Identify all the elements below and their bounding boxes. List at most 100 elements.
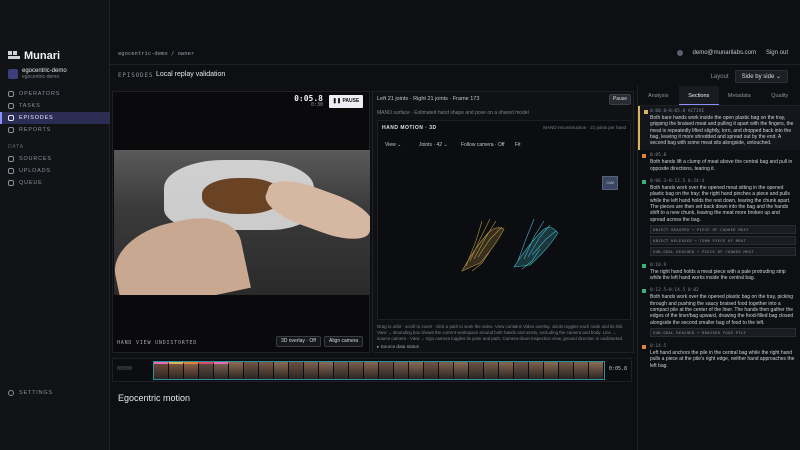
sidebar-item-uploads[interactable]: UPLOADS — [0, 165, 110, 177]
timeline-frame[interactable] — [334, 362, 349, 379]
timeline-frame[interactable] — [319, 362, 334, 379]
timeline-frame[interactable] — [424, 362, 439, 379]
mano-surface-note: MANO surface · Estimated hand shape and … — [377, 110, 529, 116]
timeline-frame[interactable] — [484, 362, 499, 379]
timeline-frame[interactable] — [154, 362, 169, 379]
sidebar-item-label: UPLOADS — [19, 168, 51, 174]
details-tabs: Analysis Sections Metadata Quality — [638, 86, 800, 106]
sections-list: 0:00.0–0:05.8 ACTIVE Both bare hands work… — [638, 106, 800, 373]
sidebar-item-reports[interactable]: REPORTS — [0, 124, 110, 136]
section-item[interactable]: 0:10.9 The right hand holds a meat piece … — [638, 260, 800, 286]
munari-logo-icon — [8, 51, 20, 61]
joint-summary: Left 21 joints · Right 21 joints · Frame… — [377, 96, 480, 102]
layout-value: Side by side — [741, 74, 775, 80]
hand-view-label: HAND VIEW UNDISTORTED — [117, 340, 198, 346]
timeline-frame[interactable] — [169, 362, 184, 379]
section-item[interactable]: 0:06.3–0:12.5 0:24:4 Both hands work over… — [638, 176, 800, 260]
pause-icon: ❚❚ — [332, 98, 342, 104]
org-switcher[interactable]: egocentric-demo egocentric-demo — [8, 68, 67, 80]
timeline-frame[interactable] — [409, 362, 424, 379]
video-pause-button[interactable]: ❚❚ PAUSE — [329, 95, 363, 108]
page-title: Local replay validation — [156, 71, 226, 78]
section-time: 0:10.9 — [650, 262, 667, 268]
hand-motion-panel: Left 21 joints · Right 21 joints · Frame… — [372, 91, 634, 353]
timeline-frame[interactable] — [379, 362, 394, 379]
align-camera-button[interactable]: Align camera — [324, 336, 364, 347]
section-text: Both hands lift a clump of meat above th… — [650, 159, 793, 172]
timeline-frame[interactable] — [289, 362, 304, 379]
timeline-label: 00000 — [117, 366, 133, 372]
details-panel: Analysis Sections Metadata Quality 0:00.… — [637, 86, 800, 450]
timeline-frame[interactable] — [439, 362, 454, 379]
breadcrumb-episodes[interactable]: EPISODES — [118, 72, 153, 79]
page-header: EPISODES Local replay validation Layout … — [110, 66, 800, 86]
timeline-frame[interactable] — [454, 362, 469, 379]
timeline-frame[interactable] — [499, 362, 514, 379]
tab-sections[interactable]: Sections — [678, 86, 719, 105]
timeline-frame[interactable] — [364, 362, 379, 379]
timeline-frame[interactable] — [184, 362, 199, 379]
section-item[interactable]: 0:05.8 Both hands lift a clump of meat ab… — [638, 150, 800, 176]
sidebar: Munari egocentric-demo egocentric-demo O… — [0, 0, 110, 450]
sidebar-item-episodes[interactable]: EPISODES — [0, 112, 110, 124]
section-item[interactable]: 0:14.5 Left hand anchors the pile in the … — [638, 341, 800, 373]
timeline-frame[interactable] — [544, 362, 559, 379]
section-text: Both hands work over the opened plastic … — [650, 294, 794, 326]
brand[interactable]: Munari — [8, 50, 60, 62]
timeline-frame[interactable] — [259, 362, 274, 379]
timeline-frame[interactable] — [469, 362, 484, 379]
sidebar-item-tasks[interactable]: TASKS — [0, 100, 110, 112]
timeline-frame[interactable] — [274, 362, 289, 379]
timeline-frame[interactable] — [514, 362, 529, 379]
timeline-frame[interactable] — [304, 362, 319, 379]
timeline-frame[interactable] — [244, 362, 259, 379]
breadcrumb: egocentric-demo / owner — [118, 51, 195, 57]
timeline-frame[interactable] — [559, 362, 574, 379]
section-text: Both bare hands work inside the open pla… — [650, 115, 794, 147]
sidebar-item-label: SOURCES — [19, 156, 52, 162]
section-marker-icon — [642, 263, 646, 268]
org-avatar — [8, 69, 18, 79]
hand-pause-button[interactable]: Pause — [609, 94, 631, 105]
timeline-frame[interactable] — [574, 362, 589, 379]
timeline-frame[interactable] — [214, 362, 229, 379]
sidebar-item-label: REPORTS — [19, 127, 52, 133]
timeline-time: 0:05.8 — [608, 366, 627, 372]
source-data-status-link[interactable]: ▸ Source data status — [377, 344, 419, 350]
layout-select[interactable]: Side by side ⌄ — [734, 70, 788, 83]
tab-metadata[interactable]: Metadata — [719, 86, 760, 105]
sidebar-item-sources[interactable]: SOURCES — [0, 153, 110, 165]
sidebar-item-label: EPISODES — [19, 115, 54, 121]
sources-icon — [8, 156, 14, 162]
section-item[interactable]: 0:00.0–0:05.8 ACTIVE Both bare hands work… — [638, 106, 800, 151]
gear-icon — [8, 390, 14, 396]
timeline-frame[interactable] — [589, 362, 604, 379]
overlay-toggle-button[interactable]: 3D overlay · Off — [276, 336, 321, 347]
section-time: 0:00.0–0:05.8 ACTIVE — [650, 109, 705, 114]
timeline-strip[interactable] — [153, 361, 605, 380]
section-tag: OBJECT GRASPED → PIECE OF COOKED MEAT — [650, 224, 796, 234]
hand-help-text: Drag to orbit · scroll to zoom · click a… — [377, 324, 624, 341]
section-tag: OBJECT RELEASED → TORN PIECE OF MEAT — [650, 235, 796, 245]
hand-3d-viewport[interactable]: HAND MOTION · 3D MANO reconstruction · 2… — [377, 120, 631, 320]
tab-analysis[interactable]: Analysis — [638, 86, 679, 105]
tasks-icon — [8, 103, 14, 109]
sidebar-item-queue[interactable]: QUEUE — [0, 177, 110, 189]
sign-out-link[interactable]: Sign out — [766, 50, 788, 56]
section-text: The right hand holds a meat piece with a… — [650, 268, 786, 282]
sidebar-item-settings[interactable]: SETTINGS — [8, 390, 53, 396]
video-frame[interactable] — [114, 150, 370, 295]
hand-mesh-render — [461, 218, 559, 272]
sidebar-item-label: OPERATORS — [19, 91, 61, 97]
topbar: egocentric-demo / owner demo@munarilabs.… — [110, 45, 800, 65]
section-time: 0:12.5–0:14.5 0:02 — [650, 288, 699, 294]
episodes-icon — [8, 115, 14, 121]
sidebar-item-operators[interactable]: OPERATORS — [0, 88, 110, 100]
timeline-frame[interactable] — [199, 362, 214, 379]
tab-quality[interactable]: Quality — [760, 86, 800, 105]
section-item[interactable]: 0:12.5–0:14.5 0:02 Both hands work over t… — [638, 285, 800, 340]
timeline-frame[interactable] — [529, 362, 544, 379]
timeline-frame[interactable] — [394, 362, 409, 379]
timeline-frame[interactable] — [349, 362, 364, 379]
timeline-frame[interactable] — [229, 362, 244, 379]
